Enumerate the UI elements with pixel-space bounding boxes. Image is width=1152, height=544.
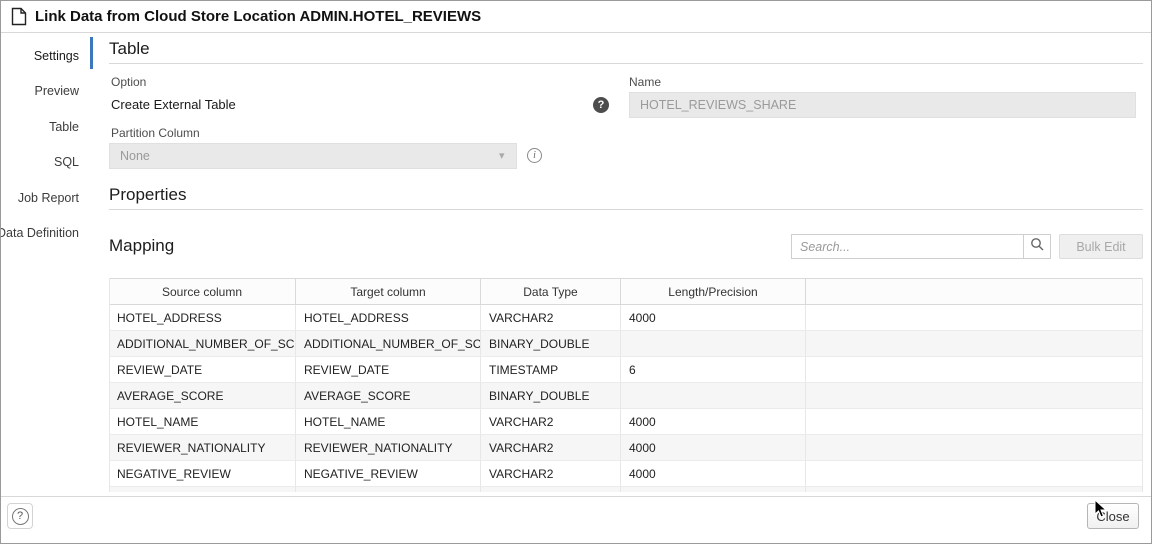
target-cell[interactable]: NEGATIVE_REVIEW	[296, 461, 481, 486]
length-cell[interactable]: 4000	[621, 409, 806, 434]
datatype-cell[interactable]: BINARY_DOUBLE	[481, 331, 621, 356]
mapping-section-heading: Mapping	[109, 236, 175, 255]
datatype-cell[interactable]: VARCHAR2	[481, 435, 621, 460]
sidebar-item-table[interactable]: Table	[1, 117, 79, 137]
name-input[interactable]	[629, 92, 1136, 118]
length-cell[interactable]	[621, 487, 806, 492]
sidebar-item-preview[interactable]: Preview	[1, 81, 79, 101]
sidebar-item-job-report[interactable]: Job Report	[1, 188, 79, 208]
sidebar: Settings Preview Table SQL Job Report Da…	[1, 33, 93, 498]
source-cell[interactable]: HOTEL_NAME	[109, 409, 296, 434]
table-row[interactable]: NEGATIVE_REVIEW NEGATIVE_REVIEW VARCHAR2…	[109, 461, 1143, 487]
title-bar: Link Data from Cloud Store Location ADMI…	[1, 1, 1151, 33]
spacer-cell	[806, 331, 1143, 356]
search-button[interactable]	[1023, 234, 1051, 259]
table-row[interactable]: ADDITIONAL_NUMBER_OF_SCOR ADDITIONAL_NUM…	[109, 331, 1143, 357]
target-cell[interactable]: REVIEW_DATE	[296, 357, 481, 382]
info-icon[interactable]: i	[527, 148, 542, 163]
spacer-cell	[806, 305, 1143, 330]
length-cell[interactable]	[621, 331, 806, 356]
sidebar-item-settings[interactable]: Settings	[1, 46, 79, 66]
close-button[interactable]: Close	[1087, 503, 1139, 529]
table-row[interactable]: REVIEW_TOTAL_NEGATIVE_WOR REVIEW_TOTAL_N…	[109, 487, 1143, 492]
option-label: Option	[111, 75, 147, 89]
table-row[interactable]: REVIEWER_NATIONALITY REVIEWER_NATIONALIT…	[109, 435, 1143, 461]
column-header-spacer	[806, 279, 1143, 304]
datatype-cell[interactable]: TIMESTAMP	[481, 357, 621, 382]
spacer-cell	[806, 383, 1143, 408]
source-cell[interactable]: REVIEWER_NATIONALITY	[109, 435, 296, 460]
spacer-cell	[806, 461, 1143, 486]
properties-section-heading: Properties	[109, 185, 187, 204]
document-icon	[11, 7, 27, 26]
length-cell[interactable]	[621, 383, 806, 408]
spacer-cell	[806, 409, 1143, 434]
divider	[109, 63, 1143, 64]
datatype-cell[interactable]: VARCHAR2	[481, 461, 621, 486]
divider	[109, 209, 1143, 210]
target-cell[interactable]: HOTEL_NAME	[296, 409, 481, 434]
source-cell[interactable]: NEGATIVE_REVIEW	[109, 461, 296, 486]
column-header-length[interactable]: Length/Precision	[621, 279, 806, 304]
table-row[interactable]: REVIEW_DATE REVIEW_DATE TIMESTAMP 6	[109, 357, 1143, 383]
source-cell[interactable]: AVERAGE_SCORE	[109, 383, 296, 408]
footer-bar: ? Close	[1, 496, 1151, 543]
datatype-cell[interactable]: BINARY_DOUBLE	[481, 383, 621, 408]
spacer-cell	[806, 357, 1143, 382]
sidebar-item-data-definition[interactable]: Data Definition	[1, 223, 79, 243]
sidebar-active-indicator	[90, 37, 93, 69]
table-row[interactable]: HOTEL_NAME HOTEL_NAME VARCHAR2 4000	[109, 409, 1143, 435]
spacer-cell	[806, 435, 1143, 460]
partition-column-select[interactable]: None	[109, 143, 517, 169]
partition-column-value: None	[120, 149, 150, 163]
source-cell[interactable]: REVIEW_DATE	[109, 357, 296, 382]
spacer-cell	[806, 487, 1143, 492]
link-data-dialog: Link Data from Cloud Store Location ADMI…	[0, 0, 1152, 544]
help-icon[interactable]: ?	[593, 97, 609, 113]
column-header-source[interactable]: Source column	[109, 279, 296, 304]
mapping-table: Source column Target column Data Type Le…	[109, 278, 1143, 492]
target-cell[interactable]: REVIEW_TOTAL_NEGATIVE_WOR	[296, 487, 481, 492]
option-value: Create External Table	[111, 97, 236, 112]
datatype-cell[interactable]: VARCHAR2	[481, 305, 621, 330]
chevron-down-icon: ▾	[499, 150, 505, 162]
length-cell[interactable]: 4000	[621, 461, 806, 486]
dialog-title: Link Data from Cloud Store Location ADMI…	[35, 8, 482, 25]
settings-panel: Table Option Create External Table ? Nam…	[109, 33, 1143, 498]
length-cell[interactable]: 4000	[621, 435, 806, 460]
bulk-edit-button[interactable]: Bulk Edit	[1059, 234, 1143, 259]
datatype-cell[interactable]: VARCHAR2	[481, 409, 621, 434]
datatype-cell[interactable]	[481, 487, 621, 492]
column-header-datatype[interactable]: Data Type	[481, 279, 621, 304]
source-cell[interactable]: HOTEL_ADDRESS	[109, 305, 296, 330]
table-row[interactable]: HOTEL_ADDRESS HOTEL_ADDRESS VARCHAR2 400…	[109, 305, 1143, 331]
length-cell[interactable]: 4000	[621, 305, 806, 330]
sidebar-item-sql[interactable]: SQL	[1, 152, 79, 172]
mapping-table-header: Source column Target column Data Type Le…	[109, 279, 1143, 305]
partition-column-label: Partition Column	[111, 126, 200, 140]
table-section-heading: Table	[109, 39, 150, 58]
source-cell[interactable]: REVIEW_TOTAL_NEGATIVE_WOR	[109, 487, 296, 492]
table-row[interactable]: AVERAGE_SCORE AVERAGE_SCORE BINARY_DOUBL…	[109, 383, 1143, 409]
target-cell[interactable]: ADDITIONAL_NUMBER_OF_SCOI	[296, 331, 481, 356]
help-circle-icon: ?	[11, 507, 29, 525]
name-label: Name	[629, 75, 662, 89]
help-button[interactable]: ?	[7, 503, 33, 529]
target-cell[interactable]: HOTEL_ADDRESS	[296, 305, 481, 330]
search-input[interactable]	[791, 234, 1023, 259]
target-cell[interactable]: REVIEWER_NATIONALITY	[296, 435, 481, 460]
length-cell[interactable]: 6	[621, 357, 806, 382]
column-header-target[interactable]: Target column	[296, 279, 481, 304]
search-icon	[1030, 237, 1044, 256]
source-cell[interactable]: ADDITIONAL_NUMBER_OF_SCOR	[109, 331, 296, 356]
target-cell[interactable]: AVERAGE_SCORE	[296, 383, 481, 408]
